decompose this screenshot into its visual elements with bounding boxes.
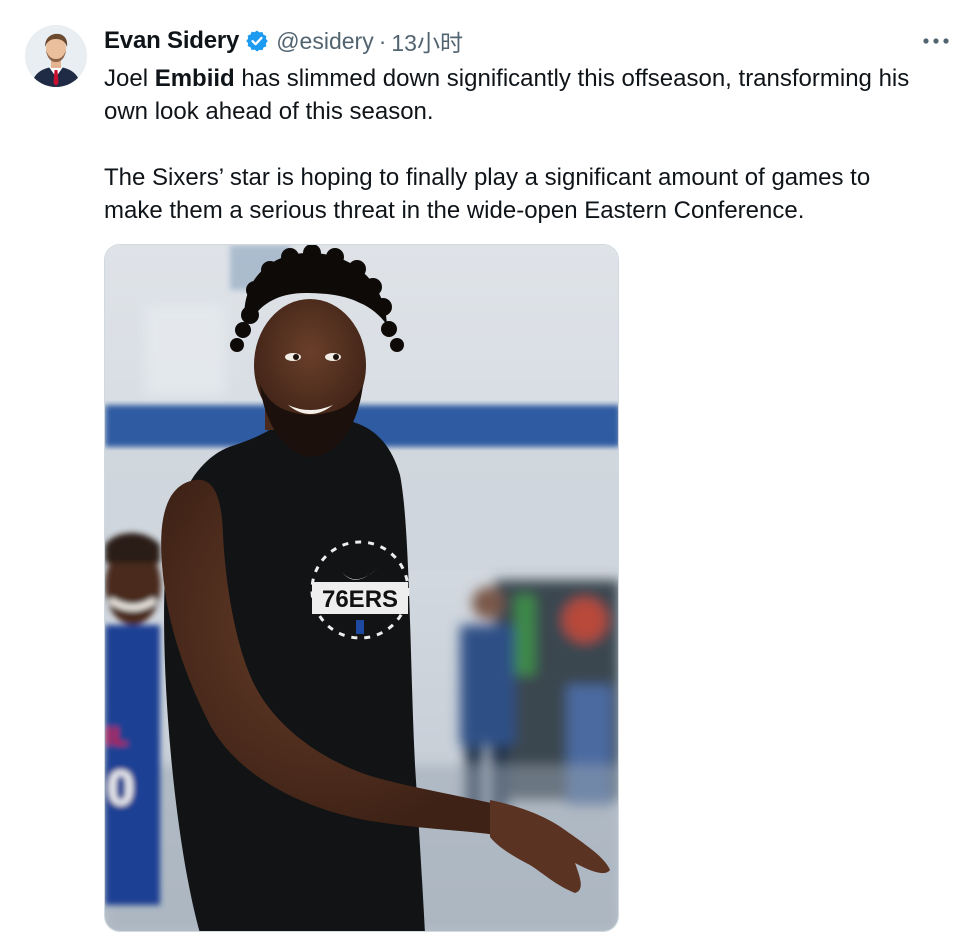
tweet-photo[interactable]: IL 0 76ERS xyxy=(104,244,619,932)
separator-dot: · xyxy=(378,27,387,54)
text-bold-span: Embiid xyxy=(154,65,235,92)
text-span: Joel xyxy=(104,65,155,92)
tweet-text: Joel Embiid has slimmed down significant… xyxy=(104,62,934,227)
author-display-name[interactable]: Evan Sidery xyxy=(104,27,239,55)
tweet: Evan Sidery @esidery · 13小时 Joel Embiid … xyxy=(0,0,960,949)
tweet-timestamp[interactable]: 13小时 xyxy=(391,24,463,58)
tweet-paragraph-2: The Sixers’ star is hoping to finally pl… xyxy=(104,164,871,224)
svg-text:0: 0 xyxy=(107,760,135,816)
more-horizontal-icon[interactable] xyxy=(918,28,954,54)
tweet-header: Evan Sidery @esidery · 13小时 xyxy=(104,24,463,58)
svg-text:IL: IL xyxy=(105,721,128,751)
verified-badge-icon[interactable] xyxy=(245,29,269,53)
author-handle[interactable]: @esidery xyxy=(276,28,374,55)
author-avatar[interactable] xyxy=(25,25,87,87)
photo-illustration: IL 0 76ERS xyxy=(105,245,618,931)
shirt-logo-text: 76ERS xyxy=(322,586,398,613)
tweet-paragraph-1: Joel Embiid has slimmed down significant… xyxy=(104,62,934,128)
